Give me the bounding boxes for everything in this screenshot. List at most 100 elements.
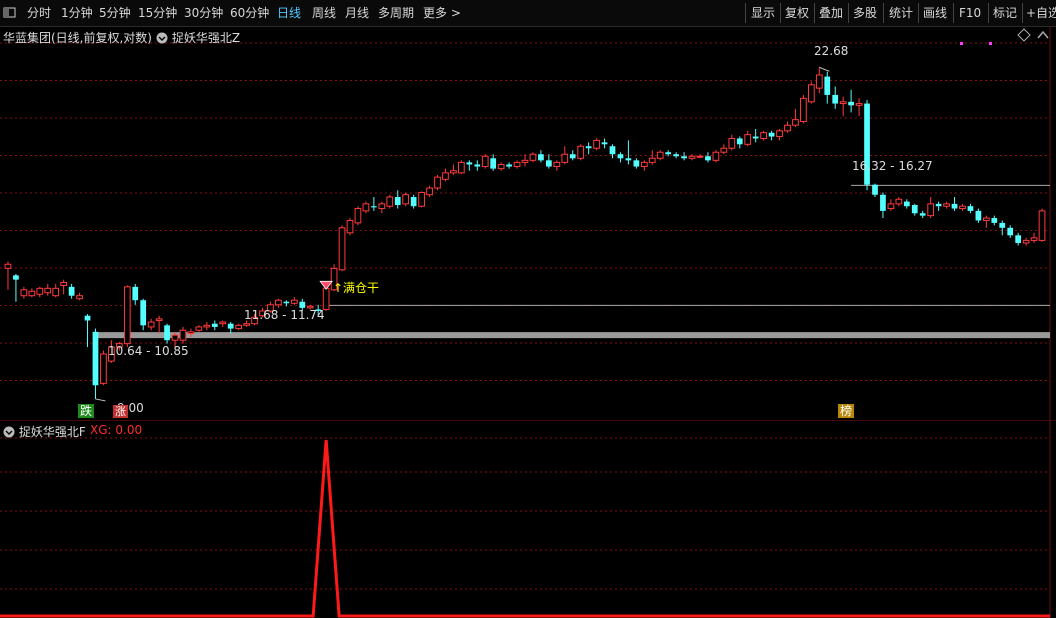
candle-body-up [561, 153, 569, 163]
candle-body-up [855, 103, 863, 106]
sub-indicator-selector[interactable]: 捉妖华强北F [3, 423, 86, 440]
candle-body-down [569, 154, 576, 159]
sub-indicator-chart[interactable] [0, 420, 1056, 618]
candle-body-down [410, 197, 417, 207]
candle-body-up [195, 326, 203, 331]
rise-badge[interactable]: 涨 [113, 405, 128, 418]
tool-f10[interactable]: F10 [959, 4, 981, 22]
candle-body-up [450, 170, 457, 174]
full-position-signal: ↑满仓干 [333, 281, 380, 295]
sub-indicator-name: 捉妖华强北F [18, 425, 86, 439]
collapse-up-icon[interactable] [1036, 28, 1050, 45]
candle-body-up [36, 287, 44, 295]
candle-body-up [402, 194, 410, 205]
tool-multi[interactable]: 多股 [853, 4, 877, 22]
ranking-badge[interactable]: 榜 [838, 404, 855, 418]
period-tab[interactable]: 月线 [345, 4, 369, 22]
period-tab[interactable]: 1分钟 [61, 4, 93, 22]
candle-body-up [171, 334, 179, 341]
candle-body-up [1038, 210, 1046, 241]
period-toolbar: 分时 1分钟 5分钟 15分钟 30分钟 60分钟 日线 周线 月线 多周期 更… [0, 0, 1056, 27]
drop-badge[interactable]: 跌 [78, 404, 95, 418]
candle-body-down [1007, 227, 1014, 236]
main-indicator-selector[interactable]: 捉妖华强北Z [156, 29, 240, 46]
low-pointer [95, 398, 106, 402]
diamond-icon[interactable] [1017, 28, 1031, 45]
candle-body-up [839, 101, 847, 105]
high-pointer [819, 66, 830, 72]
candle-body-down [999, 222, 1006, 228]
candle-body-up [322, 287, 330, 310]
candle-body-up [720, 147, 728, 153]
candle-body-up [203, 324, 211, 328]
layout-icon[interactable] [2, 4, 18, 22]
chevron-down-icon [156, 31, 172, 45]
candle-body-up [497, 163, 505, 170]
candle-body-up [275, 299, 282, 306]
candle-body-down [736, 138, 743, 145]
candle-body-down [68, 286, 75, 296]
candle-body-up [784, 124, 791, 132]
tool-add-watchlist[interactable]: +自选 [1026, 4, 1056, 22]
candle-body-up [458, 161, 465, 174]
candle-body-up [744, 134, 752, 145]
range-label-upper: 16.32 - 16.27 [852, 159, 933, 173]
candle-body-down [538, 154, 544, 161]
candle-body-down [371, 206, 377, 208]
xg-series-line [0, 439, 1050, 618]
candle-body-up [513, 161, 521, 168]
period-tab[interactable]: 30分钟 [184, 4, 223, 22]
candle-body-up [346, 219, 354, 234]
tool-overlay[interactable]: 叠加 [819, 4, 843, 22]
period-tab[interactable]: 分时 [27, 4, 51, 22]
candle-body-up [155, 318, 163, 321]
candle-body-up [219, 321, 227, 325]
period-tab[interactable]: 多周期 [378, 4, 414, 22]
candle-body-up [1022, 239, 1030, 244]
candle-body-down [967, 206, 974, 211]
candle-body-up [378, 203, 386, 210]
candle-body-up [418, 191, 425, 207]
candle-body-up [4, 263, 12, 269]
candle-body-down [991, 218, 998, 223]
candle-body-up [60, 282, 68, 286]
candle-body-up [362, 203, 370, 212]
candle-body-down [545, 160, 552, 167]
tool-stats[interactable]: 统计 [889, 4, 913, 22]
candle-body-down [92, 331, 99, 386]
tool-adjust[interactable]: 复权 [785, 4, 809, 22]
tool-mark[interactable]: 标记 [993, 4, 1017, 22]
candle-body-up [696, 155, 704, 158]
candle-body-up [338, 227, 346, 271]
stock-title: 华蓝集团(日线,前复权,对数) [3, 31, 152, 45]
xg-value-label: XG: 0.00 [90, 423, 143, 437]
candle-body-up [20, 289, 28, 297]
candle-body-down [633, 160, 640, 167]
main-indicator-name: 捉妖华强北Z [171, 31, 241, 45]
candle-body-down [299, 301, 306, 308]
candle-body-down [832, 94, 839, 104]
candle-body-down [283, 301, 290, 304]
kline-chart[interactable] [0, 27, 1056, 420]
period-tab[interactable]: 5分钟 [99, 4, 131, 22]
candle-body-down [466, 162, 473, 165]
candle-body-down [951, 203, 958, 209]
candle-body-down [880, 194, 886, 211]
candle-body-up [959, 205, 966, 210]
period-tab[interactable]: 周线 [312, 4, 336, 22]
candle-body-up [593, 139, 600, 149]
period-tab[interactable]: 15分钟 [138, 4, 177, 22]
period-tab[interactable]: 60分钟 [230, 4, 269, 22]
more-periods-button[interactable]: 更多 > [423, 4, 461, 22]
candle-body-up [728, 137, 736, 149]
period-tab-active[interactable]: 日线 [277, 4, 301, 22]
candle-body-up [577, 145, 585, 159]
tool-draw[interactable]: 画线 [923, 4, 947, 22]
chevron-right-icon: > [450, 6, 461, 20]
range-label-lower: 10.64 - 10.85 [108, 344, 189, 358]
candle-body-up [895, 198, 903, 205]
signal-diamond [319, 280, 333, 290]
candle-body-up [648, 157, 656, 163]
tool-display[interactable]: 显示 [751, 4, 775, 22]
candle-body-up [521, 159, 529, 163]
